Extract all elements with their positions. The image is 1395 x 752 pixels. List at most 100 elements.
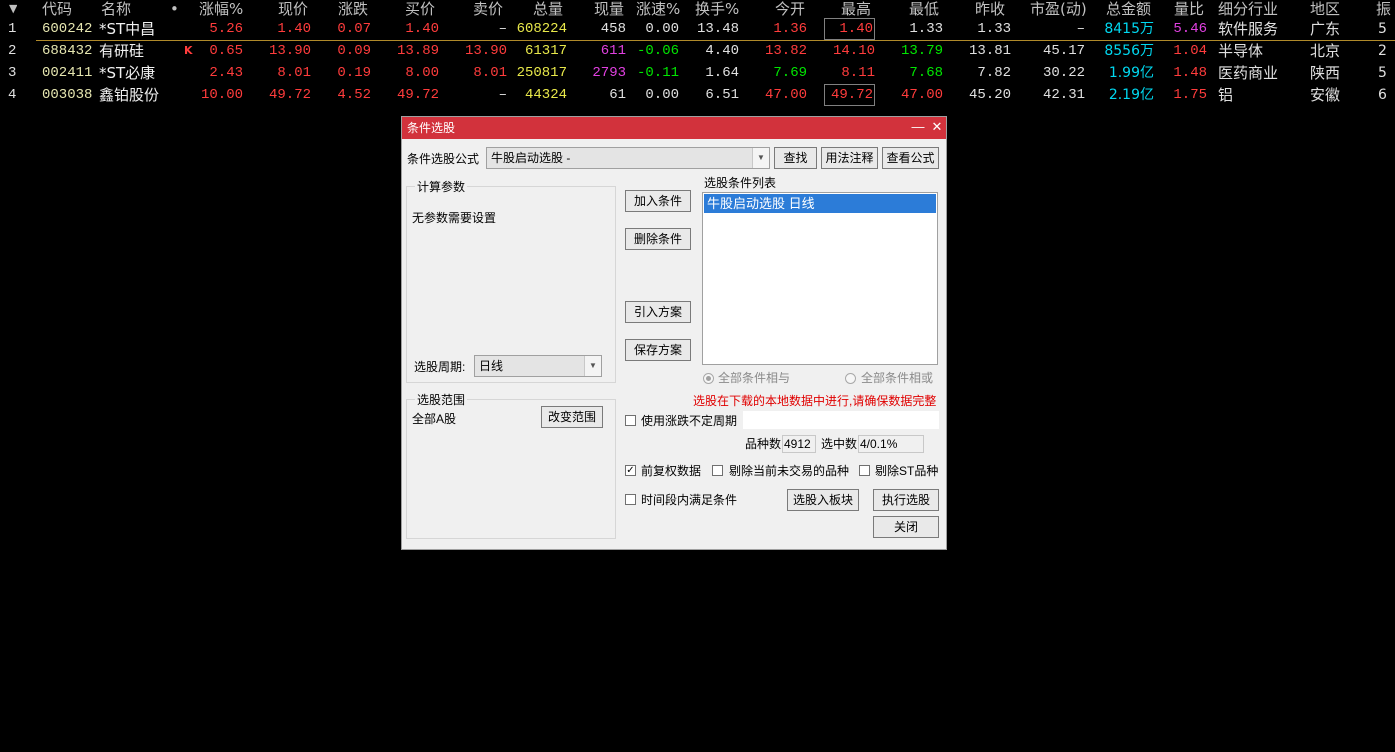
volume-ratio: 5.46: [1173, 21, 1207, 37]
delete-condition-button[interactable]: 删除条件: [625, 228, 691, 250]
usage-notes-button[interactable]: 用法注释: [821, 147, 878, 169]
formula-select[interactable]: 牛股启动选股 - ▼: [486, 147, 770, 169]
column-header[interactable]: 代码: [42, 0, 82, 20]
amplitude: 5: [1378, 65, 1387, 81]
table-row[interactable]: 1 600242 *ST中昌 5.26 1.40 0.07 1.40–608224 458 0.…: [0, 18, 1395, 40]
radio-all-or[interactable]: [845, 373, 856, 384]
industry: 医药商业: [1218, 64, 1279, 82]
column-header[interactable]: 市盈(动): [1030, 0, 1088, 20]
volume: 61317: [524, 43, 567, 59]
column-header[interactable]: 昨收: [975, 0, 1009, 20]
stock-code: 003038: [42, 87, 93, 103]
formula-label: 条件选股公式: [407, 152, 480, 166]
save-plan-button[interactable]: 保存方案: [625, 339, 691, 361]
stock-code: 600242: [42, 21, 93, 37]
minimize-icon[interactable]: —: [910, 119, 926, 135]
exclude-untraded-checkbox[interactable]: [712, 465, 723, 476]
bid: 13.89: [396, 43, 439, 59]
change-pct: 5.26: [209, 21, 243, 37]
radio-all-and[interactable]: [703, 373, 714, 384]
region: 陕西: [1310, 64, 1341, 82]
uncertain-period-checkbox[interactable]: [625, 415, 636, 426]
ask: –: [498, 21, 507, 37]
close-button[interactable]: 关闭: [873, 516, 939, 538]
formula-value: 牛股启动选股 -: [491, 151, 571, 165]
add-to-block-button[interactable]: 选股入板块: [787, 489, 859, 511]
dialog-titlebar[interactable]: 条件选股 — ✕: [402, 117, 946, 139]
params-text: 无参数需要设置: [412, 211, 497, 225]
low: 47.00: [900, 87, 943, 103]
ask: 13.90: [464, 43, 507, 59]
column-header[interactable]: 地区: [1310, 0, 1344, 20]
adjusted-data-checkbox[interactable]: ✓: [625, 465, 636, 476]
high: 14.10: [832, 43, 875, 59]
prev-close: 1.33: [977, 21, 1011, 37]
close-icon[interactable]: ✕: [929, 119, 945, 135]
column-header[interactable]: 卖价: [473, 0, 507, 20]
column-header[interactable]: •: [170, 0, 180, 20]
add-condition-button[interactable]: 加入条件: [625, 190, 691, 212]
time-period-checkbox[interactable]: [625, 494, 636, 505]
varieties-value: 4912: [782, 435, 816, 453]
exclude-st-checkbox[interactable]: [859, 465, 870, 476]
column-header[interactable]: 现价: [278, 0, 312, 20]
low: 1.33: [909, 21, 943, 37]
uncertain-period-input[interactable]: [743, 411, 939, 429]
column-header[interactable]: 总金额: [1106, 0, 1156, 20]
table-row[interactable]: 4 003038 鑫铂股份 10.00 49.72 4.52 49.72 – 44324 61 0.…: [0, 84, 1395, 106]
industry: 软件服务: [1218, 20, 1279, 38]
amount: 2.19亿: [1108, 87, 1154, 103]
column-header[interactable]: 现量: [594, 0, 628, 20]
execute-screening-button[interactable]: 执行选股: [873, 489, 939, 511]
column-header[interactable]: 振: [1376, 0, 1395, 20]
conditions-list[interactable]: 牛股启动选股 日线: [702, 192, 938, 365]
column-header[interactable]: 细分行业: [1218, 0, 1288, 20]
speed: 0.00: [645, 21, 679, 37]
column-header[interactable]: 量比: [1174, 0, 1208, 20]
bid: 1.40: [405, 21, 439, 37]
column-header[interactable]: 涨幅%: [199, 0, 245, 20]
import-plan-button[interactable]: 引入方案: [625, 301, 691, 323]
open: 1.36: [773, 21, 807, 37]
change-pct: 10.00: [200, 87, 243, 103]
change-pct: 2.43: [209, 65, 243, 81]
column-header[interactable]: 换手%: [695, 0, 739, 20]
radio-all-or-label: 全部条件相或: [861, 371, 934, 385]
view-formula-button[interactable]: 查看公式: [882, 147, 939, 169]
amount: 8556万: [1104, 43, 1154, 59]
amplitude: 5: [1378, 21, 1387, 37]
chevron-down-icon[interactable]: ▼: [584, 356, 601, 376]
price: 8.01: [277, 65, 311, 81]
column-header[interactable]: 最低: [909, 0, 943, 20]
stock-code: 002411: [42, 65, 93, 81]
volume-ratio: 1.48: [1173, 65, 1207, 81]
column-header[interactable]: 名称: [101, 0, 141, 20]
row-index: 3: [8, 65, 17, 81]
table-row[interactable]: 3 002411 *ST必康 2.43 8.01 0.19 8.00 8.01 250817 27…: [0, 62, 1395, 84]
column-header[interactable]: 最高: [841, 0, 875, 20]
stock-name: 有研硅: [99, 42, 145, 60]
current-volume: 458: [600, 21, 626, 37]
column-header[interactable]: 买价: [405, 0, 439, 20]
column-header[interactable]: 涨速%: [636, 0, 680, 20]
column-header[interactable]: 总量: [533, 0, 567, 20]
amount: 8415万: [1104, 21, 1154, 37]
list-item[interactable]: 牛股启动选股 日线: [704, 194, 936, 213]
period-select[interactable]: 日线 ▼: [474, 355, 602, 377]
change-range-button[interactable]: 改变范围: [541, 406, 603, 428]
region: 广东: [1310, 20, 1341, 38]
turnover: 4.40: [705, 43, 739, 59]
amount: 1.99亿: [1108, 65, 1154, 81]
pe-ratio: 45.17: [1042, 43, 1085, 59]
chevron-down-icon[interactable]: ▼: [752, 148, 769, 168]
column-header[interactable]: 涨跌: [338, 0, 372, 20]
high: 8.11: [841, 65, 875, 81]
find-button[interactable]: 查找: [774, 147, 817, 169]
prev-close: 13.81: [968, 43, 1011, 59]
varieties-label: 品种数: [745, 437, 782, 451]
stock-name: *ST中昌: [99, 20, 156, 38]
column-header[interactable]: 今开: [775, 0, 809, 20]
table-row[interactable]: 2 688432 有研硅 K 0.65 13.90 0.09 13.89 13.90 61317 6…: [0, 40, 1395, 62]
sort-triangle-down-icon[interactable]: ▼: [9, 0, 17, 20]
quote-table: ▼ 代码 名称 • 涨幅% 现价 涨跌 买价 卖价 总量 现量 涨速% 换手% 今开 最高 最低 昨收 市盈(动)…: [0, 0, 1395, 110]
